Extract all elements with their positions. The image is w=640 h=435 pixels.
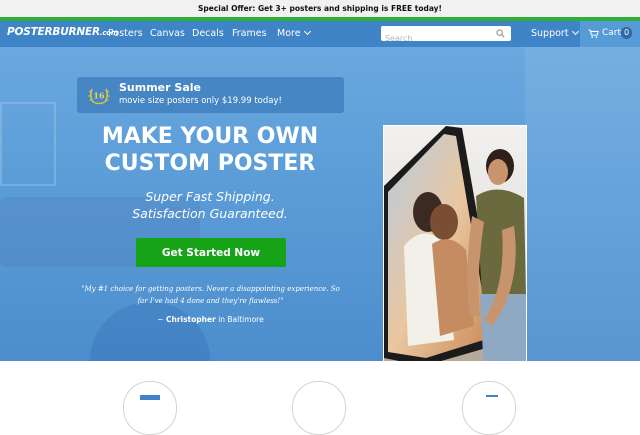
search-box <box>381 26 511 46</box>
summer-sale-banner[interactable]: 16 Summer Sale movie size posters only $… <box>77 77 344 113</box>
hero-photo <box>383 125 527 361</box>
nav-support-label: Support <box>531 28 569 39</box>
search-input[interactable] <box>381 31 485 46</box>
get-started-button[interactable]: Get Started Now <box>136 238 286 267</box>
cart-icon <box>588 29 599 38</box>
nav-more[interactable]: More <box>277 27 311 39</box>
author-location: in Baltimore <box>218 315 264 324</box>
special-offer-bar: Special Offer: Get 3+ posters and shippi… <box>0 0 640 17</box>
site-logo[interactable]: POSTERBURNER.com <box>7 26 118 38</box>
badge-number: 16 <box>93 91 105 101</box>
testimonial-quote: "My #1 choice for getting posters. Never… <box>81 285 340 305</box>
headline-line-2: CUSTOM POSTER <box>104 151 316 176</box>
feature-circle-1 <box>123 381 177 435</box>
subline-line-1: Super Fast Shipping. <box>145 189 275 204</box>
sale-title: Summer Sale <box>119 81 201 94</box>
nav-support[interactable]: Support <box>531 27 579 39</box>
chevron-down-icon <box>571 27 579 36</box>
cart-label: Cart <box>602 28 622 38</box>
shipping-icon <box>486 395 498 401</box>
nav-frames[interactable]: Frames <box>232 28 267 39</box>
headline-line-1: MAKE YOUR OWN <box>101 124 319 149</box>
feature-circle-2 <box>292 381 346 435</box>
poster-icon <box>140 395 160 400</box>
nav-more-label: More <box>277 28 301 39</box>
hero-section: 16 Summer Sale movie size posters only $… <box>0 47 640 361</box>
logo-main: POSTERBURNER <box>7 26 100 38</box>
testimonial-author: ~ Christopher in Baltimore <box>78 315 343 324</box>
nav-frames-label: Frames <box>232 28 267 39</box>
main-navigation: POSTERBURNER.com Posters Canvas Decals F… <box>0 21 640 47</box>
nav-decals[interactable]: Decals <box>192 28 224 39</box>
laurel-badge-icon: 16 <box>88 88 110 105</box>
subline-line-2: Satisfaction Guaranteed. <box>132 206 288 221</box>
feature-circle-3 <box>462 381 516 435</box>
cart-button[interactable]: Cart 0 <box>580 21 640 47</box>
cart-count-badge: 0 <box>621 27 632 39</box>
chevron-down-icon <box>303 27 311 36</box>
search-icon[interactable] <box>496 29 505 38</box>
hero-photo-illustration <box>384 126 526 361</box>
sale-subtitle: movie size posters only $19.99 today! <box>119 96 282 106</box>
nav-decals-label: Decals <box>192 28 224 39</box>
nav-posters-label: Posters <box>108 28 143 39</box>
special-offer-text: Special Offer: Get 3+ posters and shippi… <box>198 4 442 13</box>
background-picture-frame <box>0 102 56 186</box>
hero-subline: Super Fast Shipping. Satisfaction Guaran… <box>70 188 350 222</box>
nav-posters[interactable]: Posters <box>108 28 143 39</box>
background-window <box>525 47 640 361</box>
author-name: Christopher <box>165 315 216 324</box>
author-prefix: ~ <box>157 315 164 324</box>
background-chair <box>90 302 210 361</box>
features-section <box>0 361 640 435</box>
nav-canvas-label: Canvas <box>150 28 185 39</box>
nav-canvas[interactable]: Canvas <box>150 28 185 39</box>
hero-headline: MAKE YOUR OWN CUSTOM POSTER <box>70 123 350 177</box>
